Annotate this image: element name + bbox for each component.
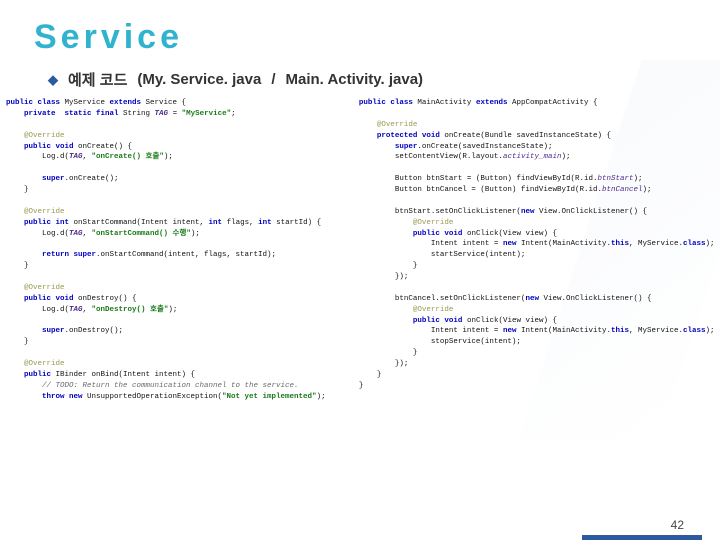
- subtitle-label: 예제 코드: [68, 69, 127, 90]
- subtitle-sep: /: [271, 71, 275, 88]
- code-right-mainactivity: public class MainActivity extends AppCom…: [359, 98, 715, 403]
- code-left-myservice: public class MyService extends Service {…: [6, 98, 353, 403]
- footer-accent-bar: [582, 535, 702, 540]
- bullet-icon: ◆: [48, 72, 58, 88]
- code-area: public class MyService extends Service {…: [0, 96, 720, 403]
- subtitle-row: ◆ 예제 코드 (My. Service. java / Main. Activ…: [0, 57, 720, 96]
- page-title: Service: [0, 0, 720, 57]
- page-number: 42: [671, 518, 684, 532]
- subtitle-file1: (My. Service. java: [137, 71, 261, 88]
- subtitle-file2: Main. Activity. java): [286, 71, 424, 88]
